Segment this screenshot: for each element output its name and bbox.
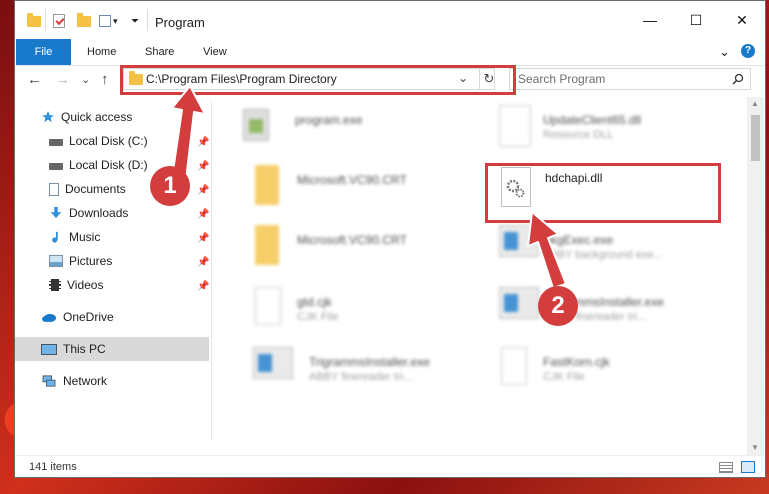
annotation-arrows: [171, 85, 567, 289]
step-badge-1: 1: [150, 166, 190, 206]
step-badge-2: 2: [538, 286, 578, 326]
